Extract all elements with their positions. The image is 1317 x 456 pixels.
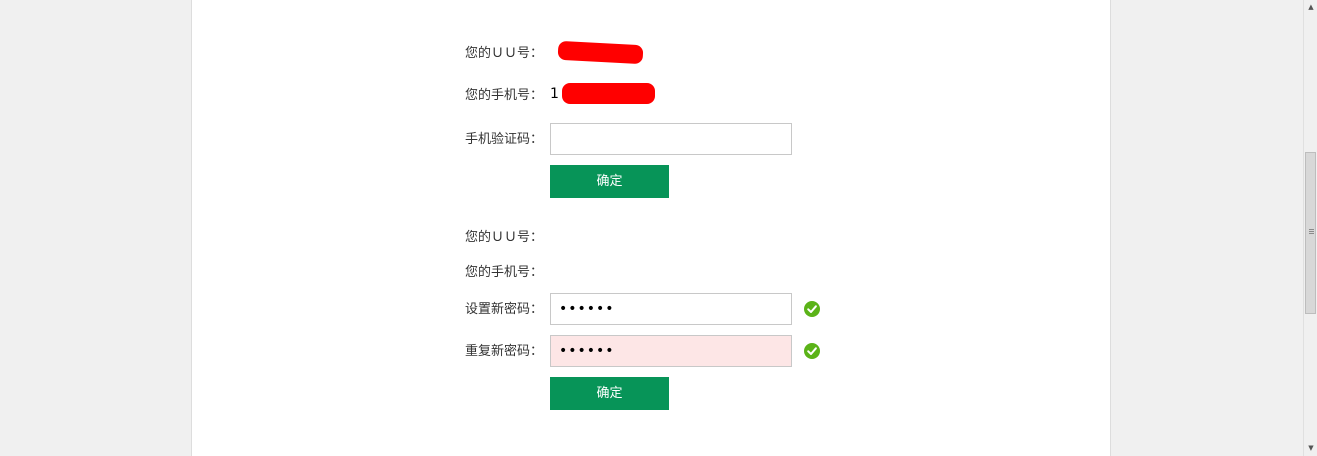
phone-number-label-2: 您的手机号： <box>464 265 543 280</box>
uu-number-label: 您的ＵＵ号： <box>464 46 543 61</box>
vertical-scrollbar[interactable]: ▲ ▼ <box>1303 0 1317 456</box>
phone-number-label: 您的手机号： <box>464 88 543 103</box>
repeat-password-label: 重复新密码： <box>464 344 543 359</box>
verification-code-input[interactable] <box>550 123 792 155</box>
uu-number-label-2: 您的ＵＵ号： <box>464 230 543 245</box>
reset-password-confirm-button[interactable]: 确定 <box>550 377 669 410</box>
scroll-grip-line <box>1309 229 1314 230</box>
verify-confirm-button[interactable]: 确定 <box>550 165 669 198</box>
verification-code-label: 手机验证码： <box>464 132 543 147</box>
content-panel: 您的ＵＵ号： 您的手机号： 1 手机验证码： 确定 您的ＵＵ号： 您的手机号： … <box>191 0 1111 456</box>
scroll-thumb[interactable] <box>1305 152 1316 314</box>
check-circle-icon <box>804 343 820 359</box>
phone-number-visible-prefix: 1 <box>550 86 559 102</box>
scroll-grip-line <box>1309 231 1314 232</box>
redacted-uu-number <box>557 40 644 65</box>
new-password-input[interactable]: •••••• <box>550 293 792 325</box>
new-password-label: 设置新密码： <box>464 302 543 317</box>
check-circle-icon <box>804 301 820 317</box>
scroll-grip-line <box>1309 233 1314 234</box>
scroll-down-arrow-icon[interactable]: ▼ <box>1304 441 1317 455</box>
redacted-phone-number <box>562 83 655 104</box>
page-viewport: 您的ＵＵ号： 您的手机号： 1 手机验证码： 确定 您的ＵＵ号： 您的手机号： … <box>0 0 1303 456</box>
repeat-password-input[interactable]: •••••• <box>550 335 792 367</box>
scroll-up-arrow-icon[interactable]: ▲ <box>1304 0 1317 14</box>
